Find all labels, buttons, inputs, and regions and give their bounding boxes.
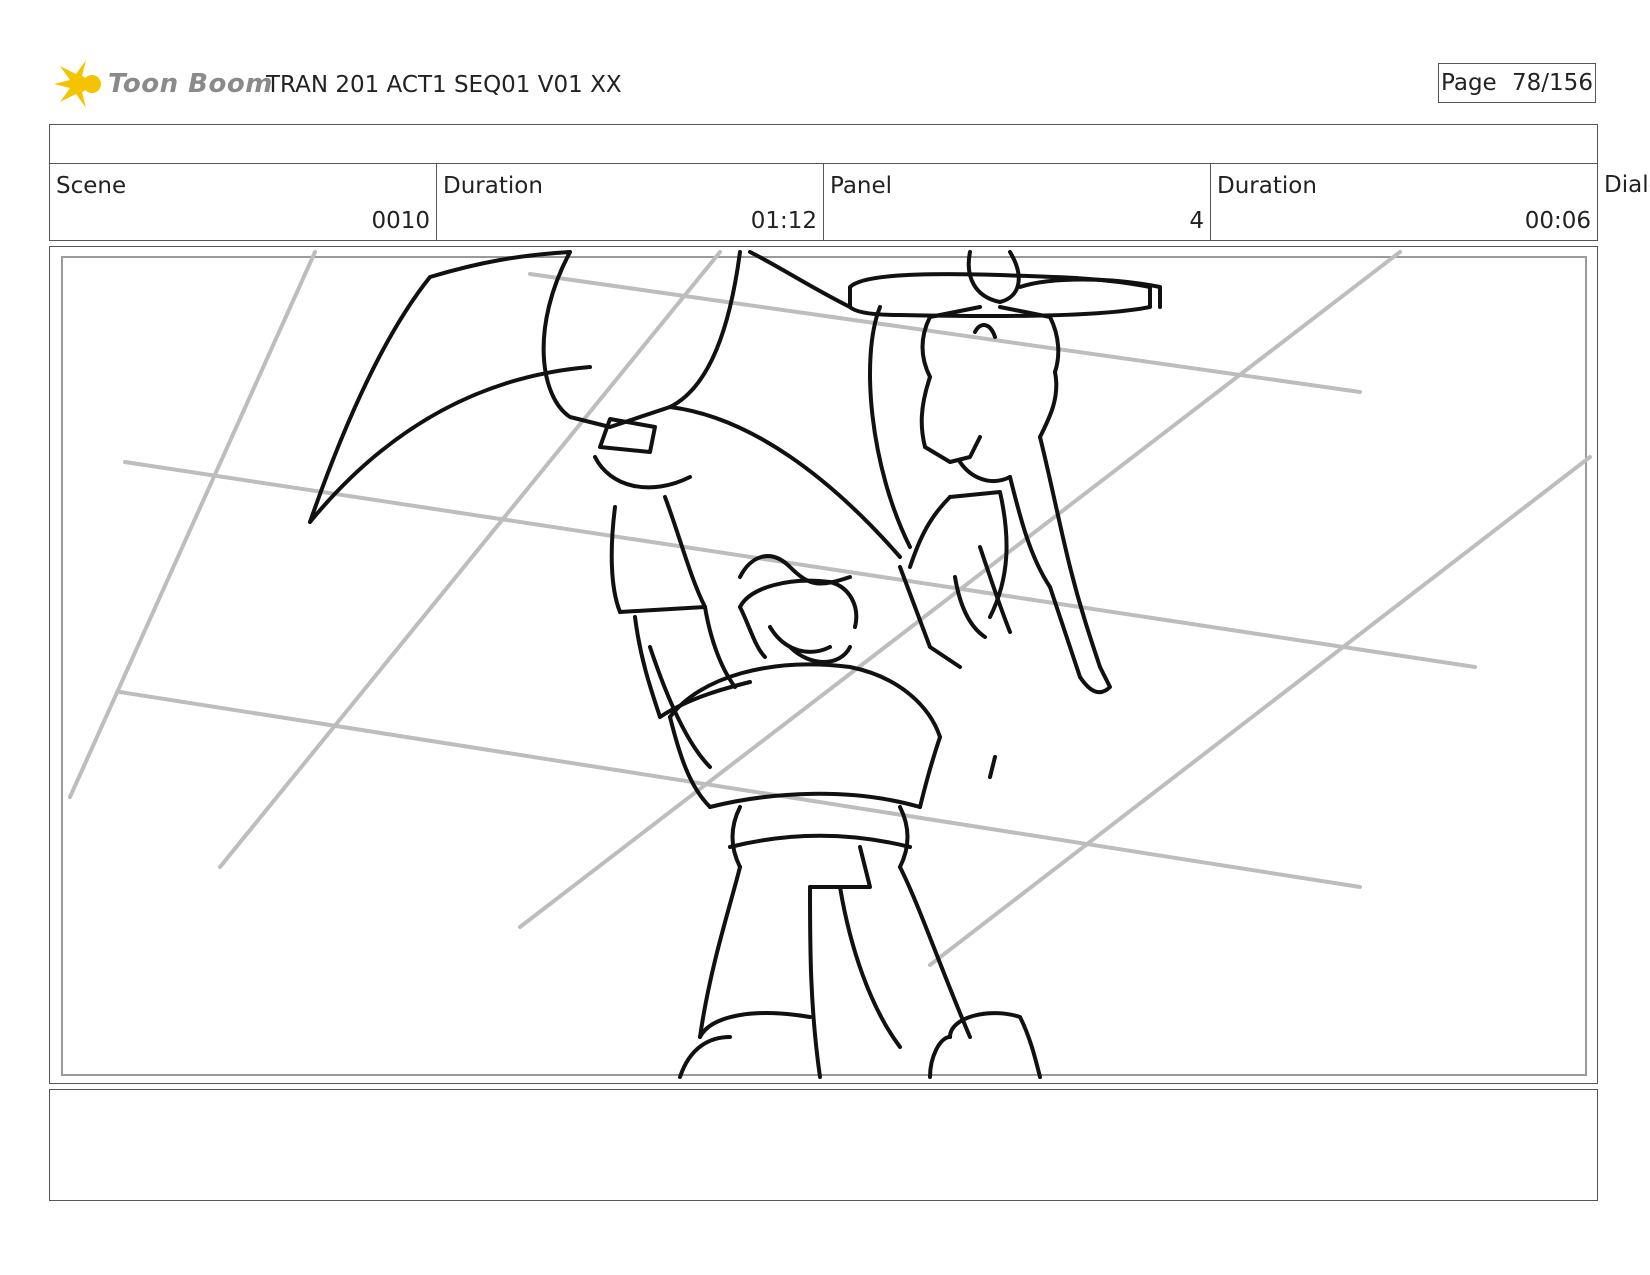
panel-label: Panel <box>830 173 893 199</box>
page-label: Page <box>1441 70 1497 96</box>
brand-name: Toon Boom <box>108 69 273 99</box>
toon-boom-star-icon <box>54 60 101 108</box>
page-number: 78/156 <box>1512 70 1593 96</box>
page-indicator: Page 78/156 <box>1438 63 1596 103</box>
dialog-label: Dialo <box>1604 172 1650 198</box>
document-title: TRAN 201 ACT1 SEQ01 V01 XX <box>266 72 622 98</box>
scene-duration-label: Duration <box>443 173 543 199</box>
scene-value: 0010 <box>371 208 430 234</box>
scene-info-row: Scene 0010 Duration 01:12 Panel 4 Durati… <box>49 163 1598 241</box>
storyboard-sketch <box>61 250 1592 1079</box>
scene-label: Scene <box>56 173 127 199</box>
action-notes-box <box>49 1089 1598 1201</box>
panel-value: 4 <box>1189 208 1204 234</box>
scene-cell: Scene 0010 <box>49 163 437 241</box>
scene-duration-value: 01:12 <box>750 208 817 234</box>
toon-boom-logo: Toon Boom <box>52 56 272 112</box>
storyboard-panel <box>49 246 1598 1084</box>
panel-duration-value: 00:06 <box>1524 208 1591 234</box>
header-strip <box>49 124 1598 164</box>
panel-duration-cell: Duration 00:06 <box>1210 163 1598 241</box>
panel-duration-label: Duration <box>1217 173 1317 199</box>
panel-cell: Panel 4 <box>823 163 1211 241</box>
scene-duration-cell: Duration 01:12 <box>436 163 824 241</box>
